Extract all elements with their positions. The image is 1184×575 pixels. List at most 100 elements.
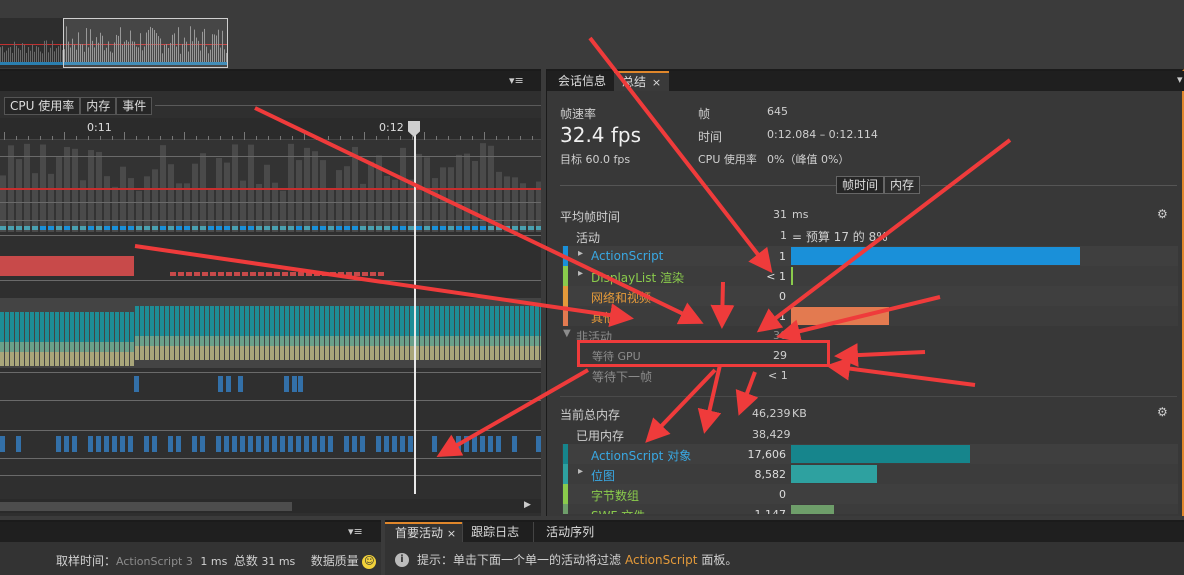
- tab-memory[interactable]: 内存: [80, 97, 117, 115]
- tab-events[interactable]: 事件: [116, 97, 153, 115]
- tab-cpu-usage[interactable]: CPU 使用率: [4, 97, 81, 115]
- collapse-arrow-icon[interactable]: ▼: [563, 328, 571, 339]
- gear-icon[interactable]: ⚙: [1157, 405, 1168, 419]
- category-color-stripe: [563, 246, 568, 266]
- summary-menu-icon[interactable]: ▾: [1177, 73, 1183, 86]
- tab-top-activities[interactable]: 首要活动 ×: [385, 522, 463, 542]
- memory-bar: [480, 336, 484, 346]
- toggle-memory[interactable]: 内存: [884, 176, 921, 194]
- memory-bar: [265, 306, 269, 336]
- ruler-tick: [484, 132, 485, 140]
- frame-bar: [368, 161, 374, 232]
- memory-bar: [210, 306, 214, 336]
- tab-activity-sequence[interactable]: 活动序列: [533, 522, 608, 542]
- red-lane-bar: [218, 272, 224, 276]
- tab-trace-log[interactable]: 跟踪日志: [462, 522, 533, 542]
- memory-row[interactable]: ▸ 位图 8,582: [562, 464, 1178, 484]
- memory-bar: [0, 342, 4, 352]
- frame-bar-cpu: [104, 226, 110, 230]
- frame-bar-cpu: [24, 226, 30, 230]
- framerate-label: 帧速率: [560, 107, 597, 121]
- sample-status-panel: ▾≡ 取样时间：ActionScript 3 1 ms 总数 31 ms 数据质…: [0, 520, 381, 575]
- memory-bar: [395, 336, 399, 346]
- event-mark: [224, 436, 229, 452]
- memory-row[interactable]: SWF 文件 1,147: [562, 504, 1178, 514]
- event-mark: [64, 436, 69, 452]
- memory-bar: [285, 336, 289, 346]
- expand-arrow-icon[interactable]: ▸: [578, 248, 583, 259]
- frame-bar-cpu: [152, 226, 158, 230]
- category-color-stripe: [563, 504, 568, 514]
- memory-bar: [450, 306, 454, 336]
- expand-arrow-icon[interactable]: ▸: [578, 268, 583, 279]
- frame-bar: [360, 183, 366, 232]
- memory-bar: [125, 312, 129, 342]
- memory-bar: [160, 346, 164, 360]
- memory-bar: [380, 306, 384, 336]
- toggle-frame-time[interactable]: 帧时间: [836, 176, 885, 194]
- memory-bar: [505, 336, 509, 346]
- frame-bar-cpu: [112, 226, 118, 230]
- memory-bar: [10, 352, 14, 366]
- memory-bar: [140, 336, 144, 346]
- memory-bar: [305, 336, 309, 346]
- memory-bar: [95, 312, 99, 342]
- memory-bar: [130, 352, 134, 366]
- frame-time-row[interactable]: 网络和视频 0: [562, 286, 1178, 306]
- frame-bar-cpu: [440, 226, 446, 230]
- memory-bar: [295, 306, 299, 336]
- memory-bar: [30, 312, 34, 342]
- memory-bar: [475, 306, 479, 336]
- memory-row[interactable]: 字节数组 0: [562, 484, 1178, 504]
- frame-time-row[interactable]: ▸ DisplayList 渲染 < 1: [562, 266, 1178, 286]
- memory-bar: [45, 342, 49, 352]
- event-mark: [226, 376, 231, 392]
- gear-icon[interactable]: ⚙: [1157, 207, 1168, 221]
- frame-time-row[interactable]: ▸ ActionScript 1: [562, 246, 1178, 266]
- expand-arrow-icon[interactable]: ▸: [578, 466, 583, 477]
- memory-bar: [200, 346, 204, 360]
- memory-bar: [335, 346, 339, 360]
- panel-menu-icon[interactable]: ▾≡: [509, 74, 524, 87]
- event-mark: [168, 436, 173, 452]
- memory-bar: [465, 306, 469, 336]
- memory-row[interactable]: ActionScript 对象 17,606: [562, 444, 1178, 464]
- close-icon[interactable]: ×: [652, 76, 661, 89]
- memory-bar: [255, 336, 259, 346]
- event-mark: [200, 436, 205, 452]
- memory-bar: [145, 306, 149, 336]
- budget-line: [0, 188, 541, 190]
- memory-bar: [380, 336, 384, 346]
- playhead-line[interactable]: [414, 122, 416, 494]
- event-mark: [272, 436, 277, 452]
- frame-bar-cpu: [88, 226, 94, 230]
- memory-bar: [420, 346, 424, 360]
- red-lane-bar: [178, 272, 184, 276]
- time-ruler[interactable]: 0:11 0:12: [0, 118, 541, 140]
- tab-summary[interactable]: 总结 ×: [614, 71, 670, 91]
- scrollbar-thumb[interactable]: [0, 502, 292, 511]
- overview-selection-window[interactable]: [63, 18, 228, 68]
- scroll-right-arrow-icon[interactable]: ▶: [524, 500, 531, 510]
- memory-bar: [255, 306, 259, 336]
- memory-bar: [435, 306, 439, 336]
- frame-bar-cpu: [504, 226, 510, 230]
- memory-bar: [140, 306, 144, 336]
- memory-bar: [470, 336, 474, 346]
- panel-menu-icon[interactable]: ▾≡: [348, 525, 363, 538]
- frame-bar-cpu: [8, 226, 14, 230]
- memory-bar: [230, 306, 234, 336]
- memory-bar: [535, 346, 539, 360]
- memory-bar: [495, 346, 499, 360]
- tab-session-info[interactable]: 会话信息: [550, 71, 614, 91]
- overview-bar: [16, 45, 17, 62]
- frame-bar: [448, 167, 454, 232]
- red-lane-bar: [362, 272, 368, 276]
- overview-bar: [28, 47, 29, 62]
- memory-bar: [90, 312, 94, 342]
- memory-bar: [55, 352, 59, 366]
- memory-bar: [140, 346, 144, 360]
- frame-time-row[interactable]: 其他 1: [562, 306, 1178, 326]
- memory-bar: [280, 336, 284, 346]
- close-icon[interactable]: ×: [447, 527, 456, 540]
